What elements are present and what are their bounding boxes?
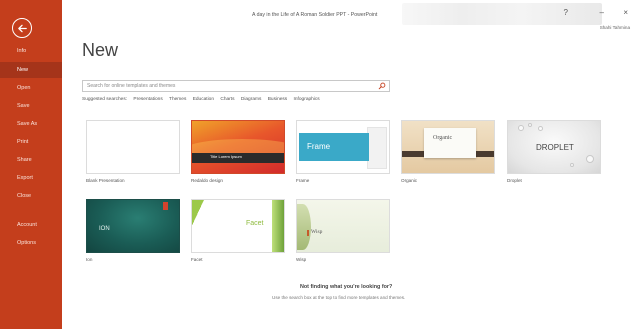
template-wisp[interactable]: Wisp Wisp [296, 199, 390, 262]
nav-account[interactable]: Account [0, 217, 62, 233]
thumbnail-decoration [307, 230, 309, 236]
template-thumbnail: Facet [191, 199, 285, 253]
nav-export[interactable]: Export [0, 170, 62, 186]
droplet-decoration [586, 155, 594, 163]
template-thumbnail: Wisp [296, 199, 390, 253]
template-blank-presentation[interactable]: Blank Presentation [86, 120, 180, 183]
droplet-decoration [570, 163, 574, 167]
template-label: Blank Presentation [86, 178, 125, 183]
template-label: Wisp [296, 257, 307, 262]
page-title: New [82, 40, 119, 60]
suggested-link-charts[interactable]: Charts [220, 97, 234, 102]
nav-info[interactable]: Info [0, 43, 62, 59]
template-thumbnail: DROPLET [507, 120, 601, 174]
backstage-nav: Info New Open Save Save As Print Share E… [0, 0, 62, 329]
thumbnail-decoration [163, 202, 168, 210]
thumbnail-text: Facet [246, 220, 264, 227]
user-name[interactable]: Shahi Tahmina [600, 25, 630, 30]
template-thumbnail: Title Lorem Ipsum [191, 120, 285, 174]
search-input[interactable] [83, 81, 379, 91]
template-search [82, 80, 390, 92]
suggested-link-business[interactable]: Business [268, 97, 287, 102]
droplet-decoration [538, 126, 543, 131]
droplet-decoration [518, 125, 524, 131]
thumbnail-text: ION [99, 226, 110, 232]
template-label: Frame [296, 178, 310, 183]
nav-save-as[interactable]: Save As [0, 116, 62, 132]
suggested-link-education[interactable]: Education [193, 97, 214, 102]
close-window-button[interactable]: × [623, 8, 628, 17]
thumbnail-decoration [297, 204, 311, 250]
thumbnail-decoration [272, 200, 284, 252]
droplet-decoration [528, 123, 532, 127]
thumbnail-band: Title Lorem Ipsum [192, 153, 284, 163]
back-button[interactable] [12, 18, 32, 38]
template-label: Organic [401, 178, 418, 183]
thumbnail-text: DROPLET [536, 143, 574, 152]
suggested-link-infographics[interactable]: Infographics [294, 97, 320, 102]
nav-new[interactable]: New [0, 62, 62, 78]
not-finding-title: Not finding what you're looking for? [300, 284, 393, 290]
not-finding-subtitle: Use the search box at the top to find mo… [272, 295, 406, 300]
thumbnail-panel: Frame [299, 133, 369, 161]
nav-open[interactable]: Open [0, 80, 62, 96]
template-thumbnail [86, 120, 180, 174]
suggested-label: Suggested searches: [82, 97, 128, 102]
template-droplet[interactable]: DROPLET Droplet [507, 120, 601, 183]
title-bar-background [402, 3, 602, 25]
nav-options[interactable]: Options [0, 235, 62, 251]
window-title: A day in the Life of A Roman Soldier PPT… [252, 12, 378, 18]
thumbnail-text: Wisp [311, 229, 323, 235]
search-icon[interactable] [378, 82, 386, 90]
suggested-searches: Suggested searches: Presentations Themes… [82, 97, 325, 102]
template-thumbnail: Organic [401, 120, 495, 174]
template-thumbnail: Frame [296, 120, 390, 174]
suggested-link-diagrams[interactable]: Diagrams [241, 97, 262, 102]
template-label: Redaldo design [191, 178, 223, 183]
template-label: Ion [86, 257, 93, 262]
thumbnail-text: Title Lorem Ipsum [210, 154, 242, 159]
template-organic[interactable]: Organic Organic [401, 120, 495, 183]
template-frame[interactable]: Frame Frame [296, 120, 390, 183]
thumbnail-decoration [367, 127, 387, 169]
template-thumbnail: ION [86, 199, 180, 253]
thumbnail-text: Organic [433, 135, 453, 141]
thumbnail-card: Organic [424, 128, 476, 158]
minimize-button[interactable]: – [600, 8, 604, 17]
suggested-link-themes[interactable]: Themes [169, 97, 186, 102]
template-label: Droplet [507, 178, 522, 183]
template-redaldo[interactable]: Title Lorem Ipsum Redaldo design [191, 120, 285, 183]
nav-print[interactable]: Print [0, 134, 62, 150]
help-button[interactable]: ? [564, 8, 568, 17]
nav-save[interactable]: Save [0, 98, 62, 114]
template-label: Facet [191, 257, 203, 262]
title-bar: A day in the Life of A Roman Soldier PPT… [62, 0, 634, 30]
suggested-link-presentations[interactable]: Presentations [133, 97, 162, 102]
template-facet[interactable]: Facet Facet [191, 199, 285, 262]
nav-close[interactable]: Close [0, 188, 62, 204]
thumbnail-text: Frame [307, 142, 331, 151]
template-ion[interactable]: ION Ion [86, 199, 180, 262]
nav-share[interactable]: Share [0, 152, 62, 168]
back-arrow-icon [17, 24, 27, 32]
